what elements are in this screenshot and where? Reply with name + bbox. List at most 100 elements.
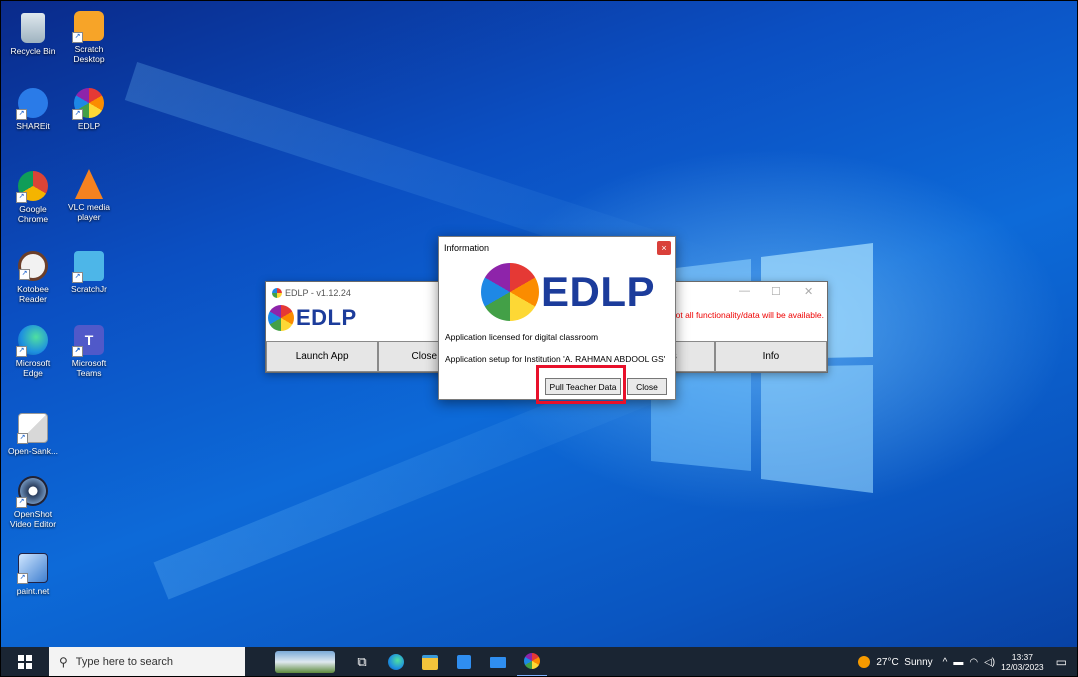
- app-window-title: EDLP - v1.12.24: [285, 288, 351, 298]
- scratch-icon: ↗: [72, 11, 104, 43]
- search-icon: ⚲: [59, 655, 68, 669]
- taskbar-search-box[interactable]: ⚲ Type here to search: [49, 647, 245, 676]
- teams-icon: T ↗: [72, 325, 104, 357]
- license-text: Application licensed for digital classro…: [445, 332, 599, 342]
- desktop-icon-opensankore[interactable]: ↗ Open-Sank...: [3, 413, 63, 456]
- taskbar-mail-button[interactable]: [483, 647, 513, 676]
- start-button[interactable]: [1, 647, 49, 676]
- launch-app-button[interactable]: Launch App: [266, 341, 379, 372]
- taskbar-clock[interactable]: 13:37 12/03/2023: [1001, 652, 1044, 672]
- warning-text: Not all functionality/data will be avail…: [669, 310, 824, 320]
- shortcut-arrow-icon: ↗: [16, 192, 27, 203]
- desktop-icon-label: OpenShot Video Editor: [9, 509, 57, 529]
- volume-icon[interactable]: ◁): [984, 657, 995, 668]
- desktop-icon-label: Scratch Desktop: [73, 44, 105, 64]
- desktop-icon-label: paint.net: [16, 586, 50, 596]
- desktop-icon-paintnet[interactable]: ↗ paint.net: [3, 553, 63, 596]
- wifi-icon[interactable]: ◠: [969, 657, 978, 668]
- dialog-close-icon[interactable]: ×: [657, 241, 671, 255]
- chevron-up-icon[interactable]: ^: [943, 657, 948, 668]
- highlight-box: [536, 365, 626, 404]
- opensankore-icon: ↗: [17, 413, 48, 444]
- mail-icon: [490, 656, 506, 668]
- desktop-icon-kotobee[interactable]: ↗ Kotobee Reader: [3, 251, 63, 304]
- shortcut-arrow-icon: ↗: [72, 109, 83, 120]
- vlc-icon: [75, 169, 103, 199]
- edge-icon: [388, 654, 404, 670]
- recycle-bin-icon: [21, 13, 45, 43]
- taskbar: ⚲ Type here to search ⧉ 27°C Sunny ^ ▬ ◠…: [1, 647, 1077, 676]
- kotobee-icon: ↗: [18, 251, 48, 281]
- battery-icon[interactable]: ▬: [953, 657, 963, 668]
- clock-date: 12/03/2023: [1001, 662, 1044, 672]
- folder-icon: [422, 654, 438, 670]
- dialog-logo: EDLP: [481, 263, 655, 321]
- close-window-icon[interactable]: ✕: [804, 285, 813, 298]
- windows-start-icon: [18, 655, 32, 669]
- dialog-close-button[interactable]: Close: [627, 378, 667, 395]
- shortcut-arrow-icon: ↗: [19, 269, 30, 280]
- edlp-logo-icon: [481, 263, 539, 321]
- desktop-icon-label: SHAREit: [16, 121, 50, 131]
- desktop-icon-label: Open-Sank...: [7, 446, 59, 456]
- desktop-icon-shareit[interactable]: ↗ SHAREit: [3, 88, 63, 131]
- desktop-icon-scratchjr[interactable]: ↗ ScratchJr: [59, 251, 119, 294]
- desktop-icon-chrome[interactable]: ↗ Google Chrome: [3, 171, 63, 224]
- info-button[interactable]: Info: [714, 341, 828, 372]
- shortcut-arrow-icon: ↗: [16, 346, 27, 357]
- taskbar-explorer-button[interactable]: [415, 647, 445, 676]
- desktop-icon-openshot[interactable]: ↗ OpenShot Video Editor: [3, 476, 63, 529]
- minimize-icon[interactable]: —: [739, 285, 750, 297]
- shortcut-arrow-icon: ↗: [17, 573, 28, 584]
- shareit-icon: ↗: [16, 88, 48, 120]
- desktop-icon-label: VLC media player: [67, 202, 111, 222]
- desktop: Recycle Bin ↗ SHAREit ↗ Google Chrome ↗ …: [0, 0, 1078, 677]
- system-tray: 27°C Sunny ^ ▬ ◠ ◁) 13:37 12/03/2023 ▭: [858, 647, 1077, 676]
- edge-icon: ↗: [16, 325, 48, 357]
- desktop-icon-recycle-bin[interactable]: Recycle Bin: [3, 13, 63, 56]
- desktop-icon-label: Kotobee Reader: [17, 284, 49, 304]
- shortcut-arrow-icon: ↗: [16, 109, 27, 120]
- edlp-logo-icon: [268, 305, 294, 331]
- task-view-icon: ⧉: [357, 654, 367, 669]
- taskbar-store-button[interactable]: [449, 647, 479, 676]
- weather-sun-icon[interactable]: [858, 656, 871, 668]
- taskbar-edge-button[interactable]: [381, 647, 411, 676]
- scratchjr-icon: ↗: [72, 251, 104, 283]
- shortcut-arrow-icon: ↗: [72, 272, 83, 283]
- shortcut-arrow-icon: ↗: [16, 497, 27, 508]
- desktop-icon-label: ScratchJr: [71, 284, 107, 294]
- shortcut-arrow-icon: ↗: [17, 433, 28, 444]
- desktop-icon-label: Google Chrome: [17, 204, 49, 224]
- desktop-icon-label: Microsoft Edge: [15, 358, 51, 378]
- shortcut-arrow-icon: ↗: [72, 32, 83, 43]
- edlp-icon: ↗: [72, 88, 104, 120]
- dialog-title: Information: [444, 243, 490, 253]
- edlp-icon: [524, 653, 540, 669]
- search-placeholder: Type here to search: [75, 656, 174, 668]
- desktop-icon-label: Recycle Bin: [10, 46, 56, 56]
- openshot-icon: ↗: [16, 476, 48, 508]
- desktop-icon-edlp[interactable]: ↗ EDLP: [59, 88, 119, 131]
- taskbar-edlp-button[interactable]: [517, 647, 547, 676]
- weather-text[interactable]: 27°C Sunny: [876, 657, 932, 668]
- app-logo-text: EDLP: [296, 305, 357, 330]
- app-logo: EDLP: [268, 305, 357, 331]
- search-highlight-image: [275, 651, 335, 673]
- store-icon: [457, 655, 471, 669]
- desktop-icon-label: EDLP: [77, 121, 101, 131]
- notification-icon[interactable]: ▭: [1056, 655, 1067, 669]
- desktop-icon-edge[interactable]: ↗ Microsoft Edge: [3, 325, 63, 378]
- maximize-icon[interactable]: ☐: [771, 285, 781, 298]
- dialog-logo-text: EDLP: [541, 268, 656, 315]
- chrome-icon: ↗: [16, 171, 48, 203]
- task-view-button[interactable]: ⧉: [347, 647, 377, 676]
- desktop-icon-scratch[interactable]: ↗ Scratch Desktop: [59, 11, 119, 64]
- desktop-icon-label: Microsoft Teams: [71, 358, 107, 378]
- paintnet-icon: ↗: [17, 553, 48, 584]
- desktop-icon-teams[interactable]: T ↗ Microsoft Teams: [59, 325, 119, 378]
- desktop-icon-vlc[interactable]: VLC media player: [59, 169, 119, 222]
- edlp-small-logo-icon: [272, 288, 282, 298]
- clock-time: 13:37: [1011, 652, 1034, 662]
- institution-text: Application setup for Institution 'A. RA…: [445, 354, 666, 364]
